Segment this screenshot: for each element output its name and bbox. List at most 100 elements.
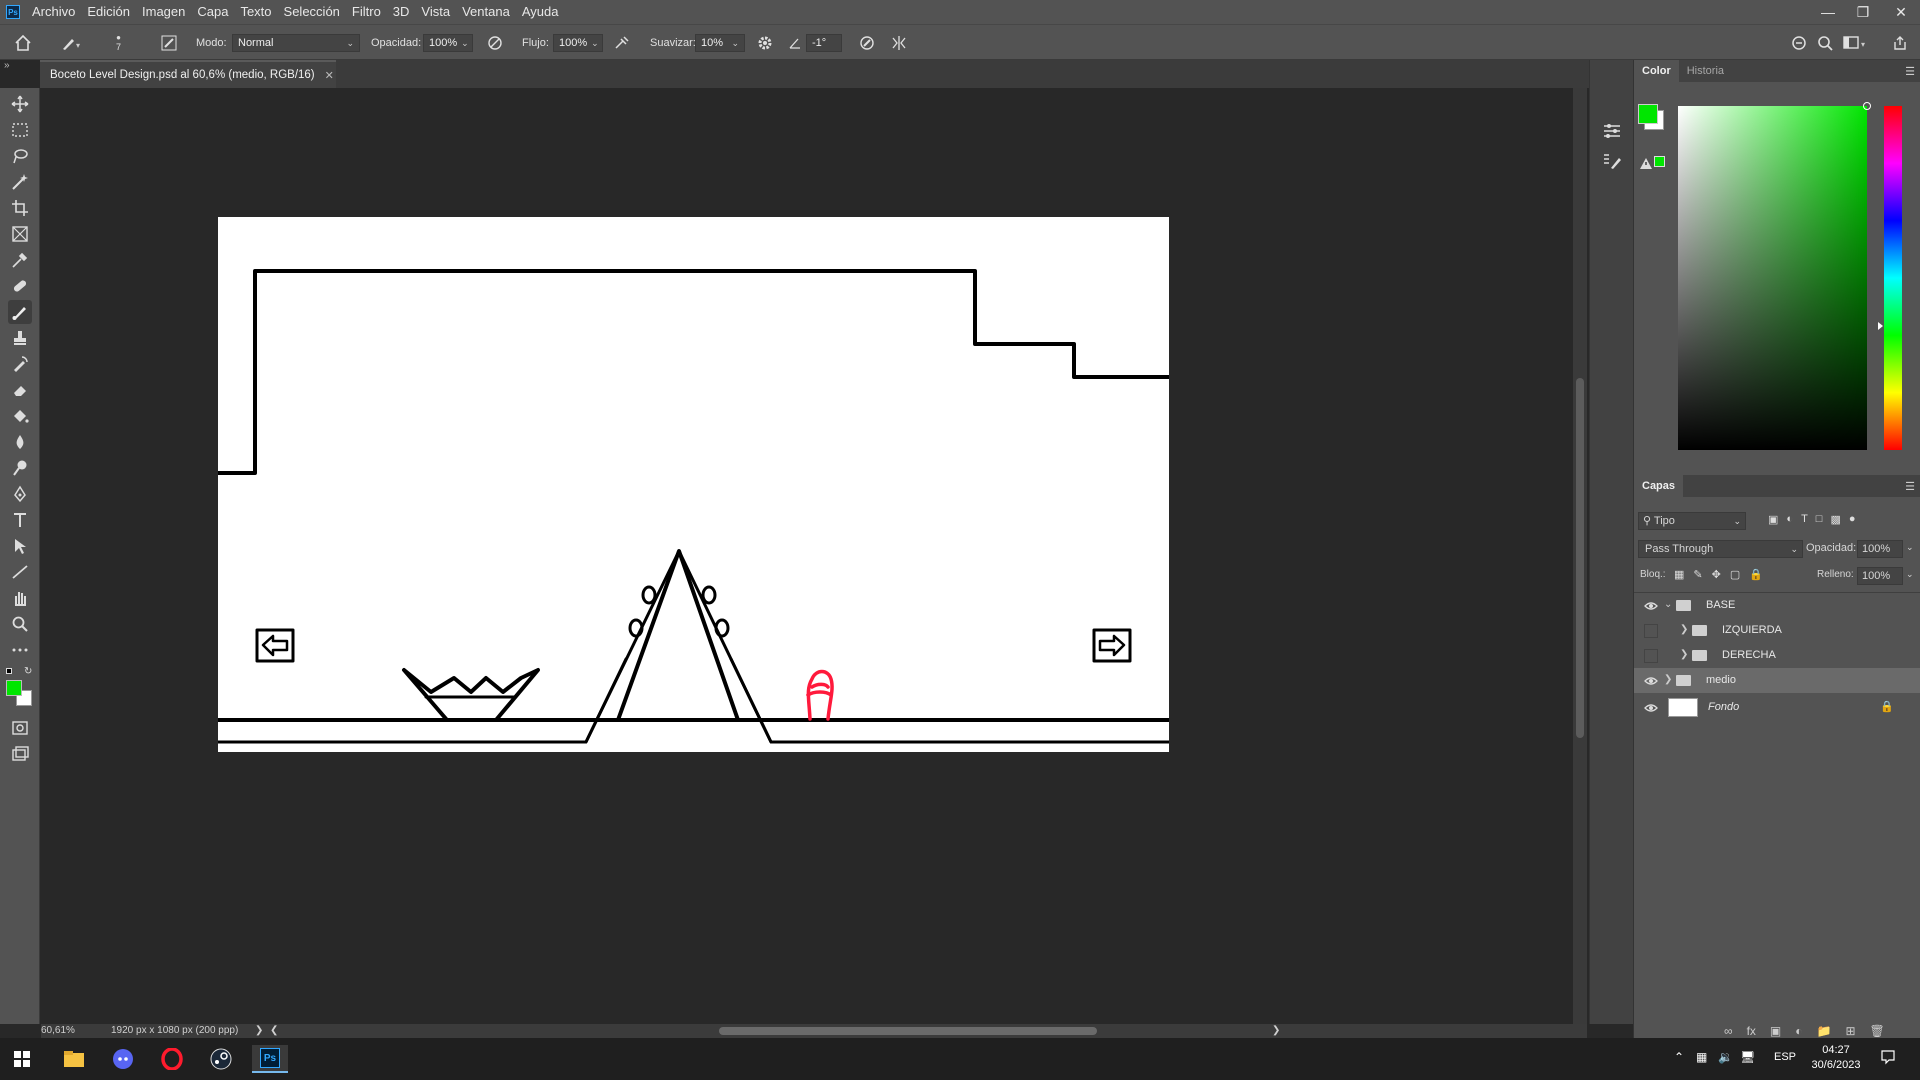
link-layers-icon[interactable]: ∞: [1724, 1024, 1733, 1038]
tab-close-icon[interactable]: ✕: [325, 69, 334, 82]
share-cloud-icon[interactable]: [1790, 25, 1808, 61]
airbrush-icon[interactable]: [613, 25, 631, 61]
document-tab[interactable]: Boceto Level Design.psd al 60,6% (medio,…: [40, 60, 336, 88]
lock-all-icon[interactable]: 🔒: [1749, 568, 1763, 581]
collapse-toolbar-icon[interactable]: »: [4, 60, 10, 71]
opera-browser-icon[interactable]: [154, 1045, 190, 1073]
clock[interactable]: 04:27 30/6/2023: [1808, 1043, 1864, 1073]
paint-bucket-tool-icon[interactable]: [8, 404, 32, 428]
color-panel-foreground-swatch[interactable]: [1638, 104, 1658, 124]
hue-slider[interactable]: [1878, 106, 1902, 450]
filter-pixel-icon[interactable]: ▣: [1768, 513, 1778, 526]
tray-chevron-up-icon[interactable]: ⌃: [1674, 1050, 1684, 1064]
smooth-input[interactable]: 10% ⌄: [695, 34, 745, 52]
blend-mode-select[interactable]: Pass Through ⌄: [1638, 540, 1803, 558]
new-group-icon[interactable]: 📁: [1817, 1024, 1832, 1038]
filter-shape-icon[interactable]: □: [1816, 513, 1823, 526]
brush-size-picker[interactable]: ● 7: [116, 25, 121, 61]
mode-select[interactable]: Normal ⌄: [232, 34, 360, 52]
stamp-tool-icon[interactable]: [8, 326, 32, 350]
network-icon[interactable]: 🖥: [1740, 1050, 1755, 1064]
blur-tool-icon[interactable]: [8, 430, 32, 454]
color-picker-marker[interactable]: [1863, 102, 1871, 110]
menu-seleccion[interactable]: Selección: [278, 0, 346, 24]
lock-transparent-icon[interactable]: ▦: [1674, 568, 1684, 581]
scroll-left-icon[interactable]: ❮: [270, 1025, 278, 1036]
status-expand-icon[interactable]: ❯: [255, 1025, 263, 1036]
tab-color[interactable]: Color: [1634, 60, 1679, 82]
layer-opacity-caret-icon[interactable]: ⌄: [1906, 542, 1914, 553]
menu-imagen[interactable]: Imagen: [136, 0, 191, 24]
menu-3d[interactable]: 3D: [387, 0, 416, 24]
menu-ventana[interactable]: Ventana: [456, 0, 516, 24]
color-field[interactable]: [1678, 102, 1871, 450]
notifications-icon[interactable]: [1880, 1049, 1896, 1068]
filter-type-icon[interactable]: T: [1801, 513, 1808, 526]
brush-tool-icon[interactable]: [8, 300, 32, 324]
lock-artboard-icon[interactable]: ▢: [1730, 568, 1740, 581]
swap-colors-icon[interactable]: ↻: [24, 666, 32, 677]
canvas-area[interactable]: [41, 88, 1573, 1024]
layer-row[interactable]: ⌄ BASE: [1634, 593, 1920, 618]
angle-input[interactable]: -1°: [806, 34, 842, 52]
document-canvas[interactable]: [216, 217, 1171, 752]
pressure-size-icon[interactable]: [858, 25, 876, 61]
tab-capas[interactable]: Capas: [1634, 475, 1684, 497]
history-brush-tool-icon[interactable]: [8, 352, 32, 376]
share-icon[interactable]: [1892, 25, 1908, 61]
expand-chevron-down-icon[interactable]: ⌄: [1664, 599, 1672, 610]
menu-filtro[interactable]: Filtro: [346, 0, 387, 24]
brush-preset-icon[interactable]: ▾: [60, 25, 82, 61]
type-tool-icon[interactable]: [8, 508, 32, 532]
windows-start-icon[interactable]: [4, 1045, 40, 1073]
steam-icon[interactable]: [203, 1045, 239, 1073]
adjustments-panel-icon[interactable]: [1602, 122, 1622, 145]
add-mask-icon[interactable]: ▣: [1770, 1024, 1781, 1038]
filter-adjustment-icon[interactable]: ◐: [1786, 513, 1793, 526]
search-icon[interactable]: [1817, 25, 1833, 61]
lock-position-icon[interactable]: ✥: [1712, 568, 1721, 581]
file-explorer-icon[interactable]: [56, 1045, 92, 1073]
layer-opacity-input[interactable]: 100%: [1857, 540, 1903, 558]
more-tools-icon[interactable]: [8, 638, 32, 662]
input-language[interactable]: ESP: [1774, 1051, 1796, 1063]
move-tool-icon[interactable]: [8, 92, 32, 116]
discord-icon[interactable]: [105, 1045, 141, 1073]
home-icon[interactable]: [14, 25, 32, 61]
path-selection-tool-icon[interactable]: [8, 534, 32, 558]
photoshop-taskbar-icon[interactable]: Ps: [252, 1045, 288, 1073]
menu-ayuda[interactable]: Ayuda: [516, 0, 565, 24]
tab-historia[interactable]: Historia: [1679, 60, 1732, 82]
hue-slider-handle[interactable]: [1878, 322, 1883, 330]
fill-caret-icon[interactable]: ⌄: [1906, 569, 1914, 580]
layer-row[interactable]: ❯ DERECHA: [1634, 643, 1920, 668]
vertical-scroll-thumb[interactable]: [1576, 378, 1584, 738]
expand-chevron-right-icon[interactable]: ❯: [1664, 674, 1672, 685]
dodge-tool-icon[interactable]: [8, 456, 32, 480]
menu-archivo[interactable]: Archivo: [26, 0, 81, 24]
layer-row-selected[interactable]: ❯ medio: [1634, 668, 1920, 693]
zoom-tool-icon[interactable]: [8, 612, 32, 636]
filter-smart-object-icon[interactable]: ▩: [1830, 513, 1840, 526]
smoothing-settings-gear-icon[interactable]: [757, 25, 773, 61]
horizontal-scroll-thumb[interactable]: [719, 1027, 1097, 1035]
pen-tool-icon[interactable]: [8, 482, 32, 506]
visibility-eye-icon[interactable]: [1644, 599, 1658, 613]
menu-capa[interactable]: Capa: [191, 0, 234, 24]
restore-icon[interactable]: ❐: [1848, 0, 1878, 24]
lasso-tool-icon[interactable]: [8, 144, 32, 168]
new-layer-icon[interactable]: ⊞: [1845, 1024, 1855, 1038]
menu-vista[interactable]: Vista: [415, 0, 456, 24]
hand-tool-icon[interactable]: [8, 586, 32, 610]
magic-wand-tool-icon[interactable]: [8, 170, 32, 194]
eraser-tool-icon[interactable]: [8, 378, 32, 402]
visibility-toggle[interactable]: [1644, 624, 1658, 638]
default-colors-icon[interactable]: ↻: [4, 666, 36, 680]
menu-texto[interactable]: Texto: [234, 0, 277, 24]
layer-row[interactable]: ❯ IZQUIERDA: [1634, 618, 1920, 643]
volume-icon[interactable]: 🔉: [1718, 1050, 1733, 1064]
layer-row[interactable]: Fondo 🔒: [1634, 693, 1920, 723]
layer-filter-select[interactable]: ⚲ Tipo ⌄: [1638, 512, 1746, 530]
delete-layer-icon[interactable]: 🗑: [1870, 1024, 1885, 1038]
adjustment-layer-icon[interactable]: ◐: [1795, 1024, 1802, 1038]
